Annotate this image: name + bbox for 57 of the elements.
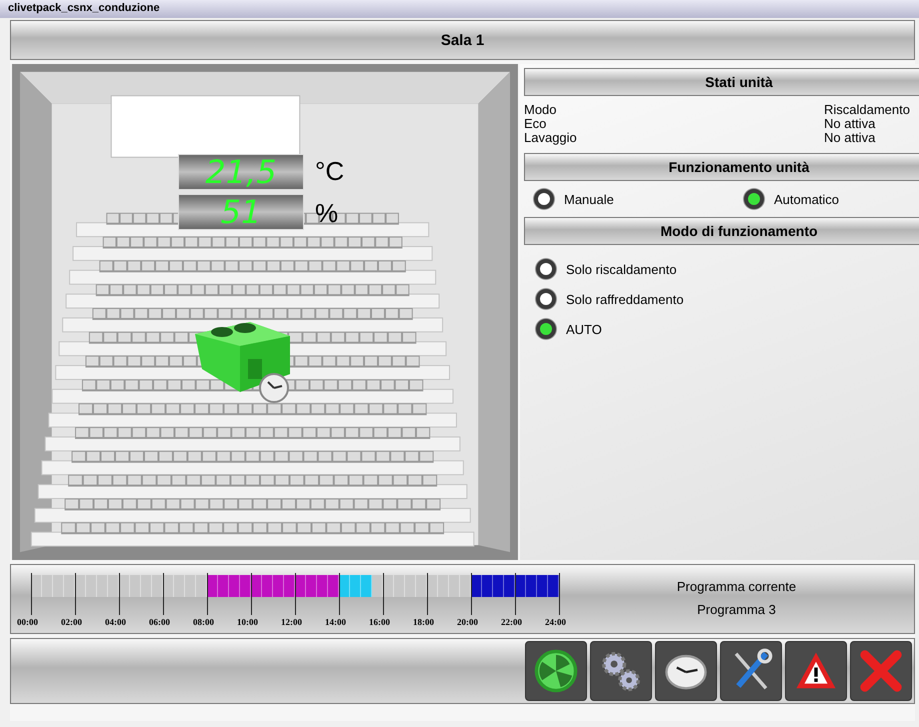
program-label: Programma corrente: [676, 579, 796, 594]
humidity-display: 51: [178, 194, 304, 230]
time-label: 02:00: [61, 617, 82, 627]
section-title: Funzionamento unità: [524, 153, 919, 181]
status-value: Riscaldamento: [824, 103, 911, 117]
radio-label: Automatico: [774, 192, 840, 206]
schedule-slot[interactable]: [119, 575, 130, 597]
radio-button[interactable]: [534, 189, 554, 209]
time-label: 16:00: [369, 617, 390, 627]
clock-button[interactable]: [655, 641, 717, 701]
temperature-display: 21,5: [178, 154, 304, 190]
time-label: 06:00: [149, 617, 170, 627]
time-label: 00:00: [17, 617, 38, 627]
program-name: Programma 3: [697, 602, 776, 617]
schedule-slot[interactable]: [339, 575, 350, 597]
close-icon: [858, 648, 904, 694]
time-label: 18:00: [413, 617, 434, 627]
status-value: No attiva: [824, 131, 876, 145]
status-label: Modo: [524, 103, 557, 117]
radio-button[interactable]: [536, 289, 556, 309]
time-label: 10:00: [237, 617, 258, 627]
schedule-slot[interactable]: [31, 575, 42, 597]
fan-button[interactable]: [525, 641, 587, 701]
settings-button[interactable]: [590, 641, 652, 701]
status-label: Lavaggio: [524, 131, 577, 145]
radio-label: Manuale: [564, 192, 614, 206]
time-label: 04:00: [105, 617, 126, 627]
time-label: 12:00: [281, 617, 302, 627]
time-label: 24:00: [545, 617, 566, 627]
time-label: 20:00: [457, 617, 478, 627]
radio-label: Solo raffreddamento: [566, 292, 684, 306]
status-label: Eco: [524, 117, 546, 131]
schedule-slot[interactable]: [251, 575, 262, 597]
time-label: 14:00: [325, 617, 346, 627]
section-title: Stati unità: [524, 68, 919, 96]
schedule-slot[interactable]: [75, 575, 86, 597]
warning-button[interactable]: [785, 641, 847, 701]
schedule-slot[interactable]: [383, 575, 394, 597]
time-label: 22:00: [501, 617, 522, 627]
humidity-unit: %: [315, 198, 338, 229]
temperature-unit: °C: [315, 156, 344, 187]
status-value: No attiva: [824, 117, 876, 131]
section-title: Modo di funzionamento: [524, 217, 919, 245]
radio-label: Solo riscaldamento: [566, 262, 677, 276]
schedule-slot[interactable]: [295, 575, 306, 597]
fan-icon: [533, 648, 579, 694]
room-title: Sala 1: [10, 20, 915, 60]
window-title: clivetpack_csnx_conduzione: [0, 0, 919, 18]
tools-button[interactable]: [720, 641, 782, 701]
radio-button[interactable]: [536, 319, 556, 339]
schedule-slot[interactable]: [207, 575, 218, 597]
radio-label: AUTO: [566, 322, 602, 336]
radio-button[interactable]: [536, 259, 556, 279]
time-label: 08:00: [193, 617, 214, 627]
schedule-slot[interactable]: [163, 575, 174, 597]
radio-button[interactable]: [744, 189, 764, 209]
schedule-slot[interactable]: [427, 575, 438, 597]
